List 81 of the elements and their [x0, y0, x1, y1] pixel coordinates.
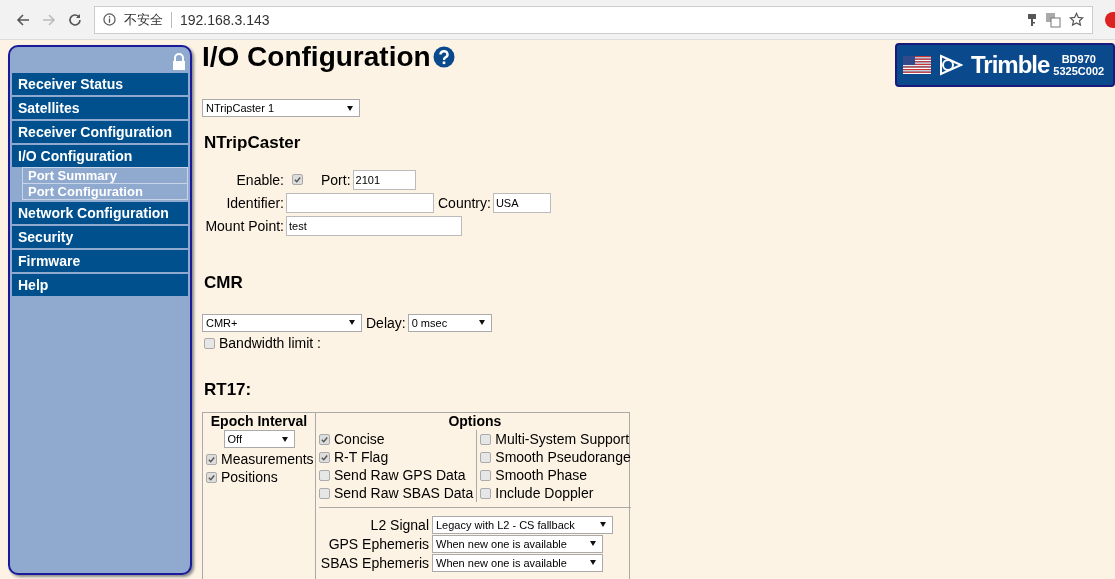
checkbox-label: Measurements [221, 451, 314, 467]
flag-icon [903, 56, 931, 74]
caret-icon [590, 560, 596, 565]
checkbox[interactable] [319, 487, 330, 499]
dropdown[interactable]: NTripCaster 1 [202, 99, 360, 117]
checkbox[interactable] [319, 433, 330, 445]
checkbox[interactable] [319, 469, 330, 481]
column-heading: Options [447, 413, 503, 430]
nav-item[interactable]: Security [12, 226, 188, 248]
field-label: Delay: [366, 314, 406, 331]
field-label: Port: [321, 171, 351, 188]
nav-item[interactable]: Network Configuration [12, 202, 188, 224]
section-heading: NTripCaster [204, 133, 302, 153]
model-name: BD970 [1061, 53, 1096, 65]
dropdown[interactable]: When new one is available [432, 534, 603, 553]
nav-item[interactable]: Receiver Status [12, 73, 188, 95]
nav-item[interactable]: Receiver Configuration [12, 121, 188, 143]
nav-item[interactable]: Satellites [12, 97, 188, 119]
brand-name: Trimble [971, 51, 1050, 79]
caret-icon [478, 320, 485, 325]
checkbox[interactable] [319, 451, 330, 463]
checkbox[interactable] [292, 174, 303, 185]
checkbox[interactable] [206, 471, 217, 483]
checkbox[interactable] [480, 487, 492, 499]
identifier-field[interactable] [286, 192, 434, 213]
extension-icon[interactable] [1105, 11, 1115, 28]
checkbox-label: Bandwidth limit : [219, 335, 321, 351]
back-icon[interactable] [16, 12, 30, 27]
checkbox-label: Smooth Pseudorange [495, 449, 631, 465]
star-icon[interactable] [1069, 12, 1084, 27]
checkbox[interactable] [204, 337, 215, 349]
section-heading: CMR [204, 273, 244, 293]
address-bar[interactable]: 不安全 192.168.3.143 [94, 5, 1093, 34]
info-icon[interactable] [103, 13, 116, 26]
section-heading: RT17: [204, 380, 253, 400]
url-text: 192.168.3.143 [180, 11, 270, 28]
translate-icon[interactable] [1045, 11, 1061, 28]
caret-icon [347, 105, 353, 111]
field-label: SBAS Ephemeris [319, 554, 429, 571]
mount-point-field[interactable]: test [286, 215, 462, 236]
checkbox-label: Positions [221, 469, 278, 485]
checkbox-label: Smooth Phase [495, 467, 588, 483]
reload-icon[interactable] [68, 12, 82, 27]
dropdown[interactable]: CMR+ [202, 313, 362, 332]
page-title: I/O Configuration [202, 41, 431, 73]
help-icon[interactable] [432, 46, 455, 68]
caret-icon [600, 522, 606, 527]
caret-icon [349, 320, 355, 325]
caret-icon [590, 541, 596, 546]
field-label: Identifier: [225, 194, 284, 211]
checkbox-label: Send Raw GPS Data [334, 467, 466, 483]
nav-item[interactable]: Help [12, 274, 188, 296]
checkbox[interactable] [480, 433, 492, 445]
field-label: L2 Signal [369, 516, 429, 533]
dropdown[interactable]: 0 msec [407, 313, 492, 332]
field-label: Enable: [235, 171, 284, 188]
field-label: Country: [438, 194, 491, 211]
checkbox[interactable] [480, 469, 492, 481]
logo-icon [939, 54, 963, 76]
checkbox-label: Send Raw SBAS Data [334, 485, 474, 501]
checkbox-label: Concise [334, 431, 385, 447]
checkbox[interactable] [206, 453, 217, 465]
caret-icon [281, 436, 288, 442]
serial-number: 5325C002 [1053, 65, 1105, 77]
field-label: GPS Ephemeris [327, 535, 429, 552]
field-label: Mount Point: [204, 217, 284, 234]
checkbox[interactable] [480, 451, 492, 463]
dropdown[interactable]: Off [223, 430, 295, 448]
security-label: 不安全 [124, 10, 163, 29]
port-field[interactable]: 2101 [352, 169, 416, 190]
nav-item[interactable]: Firmware [12, 250, 188, 272]
lock-icon[interactable] [172, 53, 186, 71]
country-field[interactable]: USA [492, 192, 551, 213]
column-heading: Epoch Interval [209, 413, 309, 430]
checkbox-label: Multi-System Support [495, 431, 630, 447]
checkbox-label: Include Doppler [495, 485, 594, 501]
dropdown[interactable]: When new one is available [432, 553, 603, 572]
checkbox-label: R-T Flag [334, 449, 389, 465]
nav-item[interactable]: I/O Configuration [12, 145, 188, 167]
dropdown[interactable]: Legacy with L2 - CS fallback [432, 515, 613, 534]
key-icon[interactable] [1027, 12, 1037, 27]
